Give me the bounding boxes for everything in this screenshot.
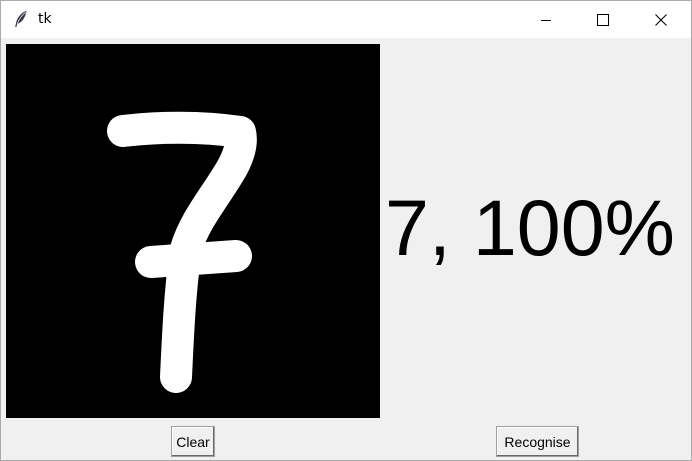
drawing-canvas[interactable] — [6, 44, 380, 418]
close-button[interactable] — [632, 1, 690, 38]
window-title: tk — [38, 11, 52, 27]
maximize-button[interactable] — [574, 1, 632, 38]
clear-button[interactable]: Clear — [171, 426, 215, 457]
title-bar[interactable]: tk — [1, 1, 691, 38]
recognise-button[interactable]: Recognise — [496, 426, 579, 457]
minimize-button[interactable] — [517, 1, 575, 38]
prediction-result: 7, 100% — [385, 183, 675, 272]
close-icon — [655, 13, 667, 26]
minimize-icon — [541, 19, 551, 21]
drawn-digit-strokes — [107, 111, 257, 393]
feather-icon — [15, 10, 27, 28]
app-window: tk 7, 100% Clear Recognise — [0, 0, 692, 461]
maximize-icon — [597, 13, 609, 26]
main-content: 7, 100% Clear Recognise — [1, 38, 691, 460]
